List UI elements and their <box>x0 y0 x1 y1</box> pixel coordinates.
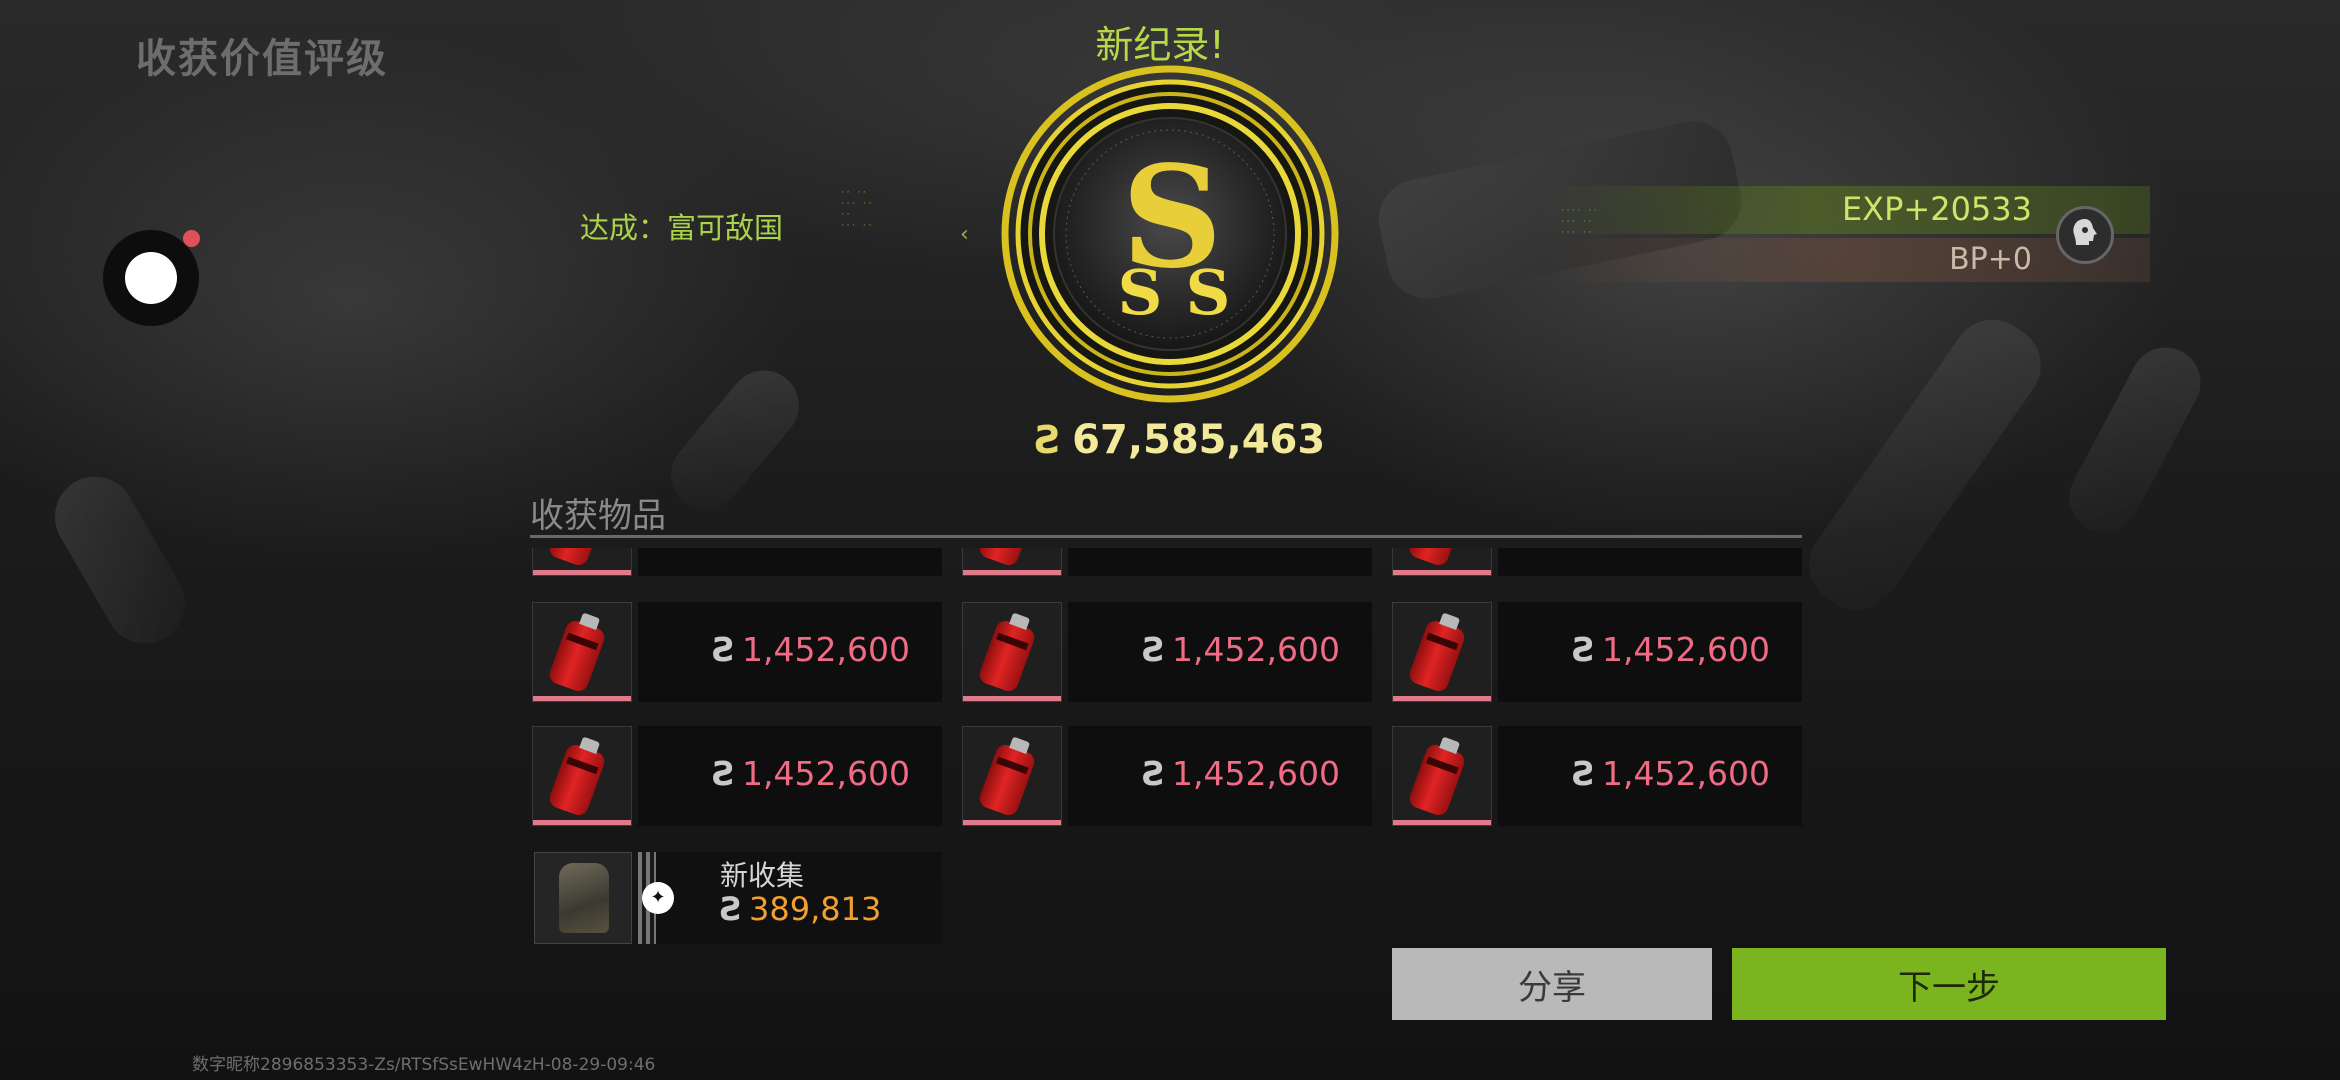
record-button[interactable] <box>103 230 200 326</box>
item-thumbnail <box>534 852 632 944</box>
new-collection-tag: 新收集 <box>720 859 805 892</box>
coin-icon: Ƨ <box>1572 754 1597 793</box>
backpack-icon <box>559 863 609 933</box>
rarity-bar <box>963 696 1061 701</box>
red-canister-icon <box>1406 618 1468 694</box>
item-thumbnail <box>532 602 632 702</box>
rarity-bar <box>963 570 1061 575</box>
red-canister-icon <box>546 548 608 568</box>
item-thumbnail <box>962 602 1062 702</box>
red-canister-icon <box>1406 742 1468 818</box>
item-card[interactable]: Ƨ 1,452,600 <box>530 602 942 704</box>
item-info <box>638 548 942 576</box>
exp-reward-text: EXP+20533 <box>1841 190 2032 228</box>
next-button[interactable]: 下一步 <box>1732 948 2166 1020</box>
item-info: Ƨ 1,452,600 <box>1068 726 1372 826</box>
coin-icon: Ƨ <box>1572 630 1597 669</box>
coin-icon: Ƨ <box>1142 630 1167 669</box>
item-card[interactable]: Ƨ 1,452,600 <box>530 726 942 828</box>
item-info: Ƨ 1,452,600 <box>638 726 942 826</box>
rarity-bar <box>533 570 631 575</box>
item-info: Ƨ 1,452,600 <box>1068 602 1372 702</box>
item-info <box>1498 548 1802 576</box>
item-thumbnail <box>962 548 1062 576</box>
new-badge-icon: ✦ <box>642 882 674 914</box>
item-card[interactable] <box>1390 548 1802 578</box>
item-card[interactable]: Ƨ 1,452,600 <box>1390 726 1802 828</box>
item-thumbnail <box>532 548 632 576</box>
item-price-value: 1,452,600 <box>1602 754 1770 793</box>
item-price: Ƨ 389,813 <box>720 890 881 928</box>
item-price: Ƨ 1,452,600 <box>1142 754 1340 793</box>
coin-icon: Ƨ <box>720 890 744 928</box>
rarity-bar <box>1393 696 1491 701</box>
item-info: Ƨ 1,452,600 <box>1498 726 1802 826</box>
item-price-value: 1,452,600 <box>1172 630 1340 669</box>
rarity-bar <box>1393 570 1491 575</box>
item-price: Ƨ 1,452,600 <box>712 754 910 793</box>
rarity-bar <box>1393 820 1491 825</box>
grade-medal: S S S <box>1000 64 1340 404</box>
chevron-left-icon: ‹ <box>960 222 969 247</box>
red-canister-icon <box>976 548 1038 568</box>
item-info: Ƨ 1,452,600 <box>638 602 942 702</box>
item-card[interactable] <box>960 548 1372 578</box>
new-collection-item[interactable]: ✦ 新收集 Ƨ 389,813 <box>530 850 942 944</box>
share-button[interactable]: 分享 <box>1392 948 1712 1020</box>
item-card[interactable]: Ƨ 1,452,600 <box>1390 602 1802 704</box>
red-canister-icon <box>546 618 608 694</box>
coin-icon: Ƨ <box>1034 418 1063 462</box>
item-price: Ƨ 1,452,600 <box>712 630 910 669</box>
item-price: Ƨ 1,452,600 <box>1572 630 1770 669</box>
coin-icon: Ƨ <box>712 754 737 793</box>
new-record-label: 新纪录! <box>1095 23 1225 67</box>
item-price-value: 389,813 <box>749 890 882 928</box>
item-card[interactable] <box>530 548 942 578</box>
item-card[interactable]: Ƨ 1,452,600 <box>960 602 1372 704</box>
total-value-number: 67,585,463 <box>1072 417 1326 463</box>
item-thumbnail <box>1392 548 1492 576</box>
recording-indicator-dot <box>183 230 200 247</box>
red-canister-icon <box>546 742 608 818</box>
item-card[interactable]: Ƨ 1,452,600 <box>960 726 1372 828</box>
item-thumbnail <box>962 726 1062 826</box>
page-title: 收获价值评级 <box>136 36 388 82</box>
hud-decoration: ·· ·· ··· ·· ·· ··· ·· <box>840 188 873 231</box>
item-price-value: 1,452,600 <box>1172 754 1340 793</box>
achievement-label: 达成：富可敌国 <box>580 211 784 245</box>
item-info <box>1068 548 1372 576</box>
coin-icon: Ƨ <box>712 630 737 669</box>
item-price-value: 1,452,600 <box>742 630 910 669</box>
profile-head-icon[interactable] <box>2056 206 2114 264</box>
record-icon <box>125 252 177 304</box>
red-canister-icon <box>976 742 1038 818</box>
item-thumbnail <box>1392 726 1492 826</box>
bp-reward-text: BP+0 <box>1949 242 2032 277</box>
rarity-bar <box>533 696 631 701</box>
rarity-bar <box>533 820 631 825</box>
red-canister-icon <box>976 618 1038 694</box>
section-divider <box>530 535 1802 538</box>
grade-letter-left: S <box>1118 256 1163 329</box>
red-canister-icon <box>1406 548 1468 568</box>
grade-letter-right: S <box>1186 256 1231 329</box>
item-price: Ƨ 1,452,600 <box>1572 754 1770 793</box>
item-info: Ƨ 1,452,600 <box>1498 602 1802 702</box>
total-value: Ƨ 67,585,463 <box>1030 410 1330 470</box>
items-section-title: 收获物品 <box>530 496 666 536</box>
watermark-text: 数字昵称2896853353-Zs/RTSfSsEwHW4zH-08-29-09… <box>192 1055 656 1075</box>
rarity-bar <box>963 820 1061 825</box>
item-thumbnail <box>532 726 632 826</box>
item-price-value: 1,452,600 <box>1602 630 1770 669</box>
item-price: Ƨ 1,452,600 <box>1142 630 1340 669</box>
item-price-value: 1,452,600 <box>742 754 910 793</box>
item-thumbnail <box>1392 602 1492 702</box>
coin-icon: Ƨ <box>1142 754 1167 793</box>
